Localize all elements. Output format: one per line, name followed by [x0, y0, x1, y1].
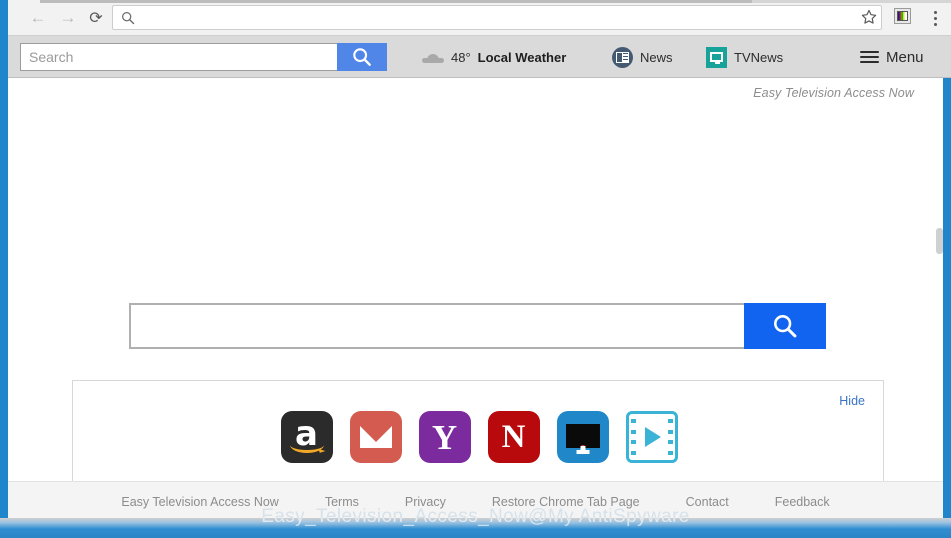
toolbar-search-input[interactable]: [20, 43, 337, 71]
shortcut-mail[interactable]: [349, 411, 402, 463]
news-label: News: [640, 49, 673, 65]
footer-link-home[interactable]: Easy Television Access Now: [121, 495, 278, 509]
tv-extension-icon[interactable]: [894, 8, 911, 24]
shortcuts-row: a Y N: [73, 411, 885, 463]
hamburger-icon: [860, 50, 879, 64]
amazon-smile-icon: [289, 437, 324, 453]
toolbar-item-news[interactable]: News: [612, 36, 673, 78]
search-icon: [353, 48, 371, 66]
menu-dot: [933, 10, 937, 14]
search-icon: [122, 11, 135, 24]
back-arrow-icon[interactable]: ←: [26, 6, 50, 30]
browser-toolbar: ← → ⟳: [8, 0, 951, 36]
footer-link-terms[interactable]: Terms: [325, 495, 359, 509]
shortcut-video[interactable]: [625, 411, 678, 463]
footer-link-restore[interactable]: Restore Chrome Tab Page: [492, 495, 640, 509]
reload-icon[interactable]: ⟳: [84, 6, 108, 30]
address-bar[interactable]: [112, 5, 882, 30]
address-input[interactable]: [135, 7, 881, 28]
monitor-icon: [565, 423, 600, 448]
shortcut-monitor[interactable]: [556, 411, 609, 463]
menu-dot: [933, 16, 937, 20]
browser-window-frame: ← → ⟳ Search 48° Local Weather News TVNe…: [0, 0, 951, 538]
shortcut-amazon[interactable]: a: [280, 411, 333, 463]
tv-monitor-icon: [706, 46, 727, 68]
main-search-button[interactable]: [744, 303, 826, 349]
hide-shortcuts-link[interactable]: Hide: [839, 394, 865, 408]
main-search-box: [129, 303, 826, 349]
toolbar-search-button[interactable]: [337, 43, 387, 71]
forward-arrow-icon[interactable]: →: [56, 6, 80, 30]
film-strip-right: [667, 416, 674, 458]
toolbar-item-tvnews[interactable]: TVNews: [706, 36, 783, 78]
chrome-menu-icon[interactable]: [926, 6, 944, 30]
monitor-stand: [576, 450, 589, 454]
tab-strip-edge-right: [752, 0, 951, 3]
tvnews-label: TVNews: [734, 49, 784, 65]
tv-extension-screen: [897, 11, 908, 21]
page-brand-label: Easy Television Access Now: [753, 86, 914, 100]
netflix-letter-n: N: [501, 418, 526, 455]
toolbar-search-box: [20, 43, 387, 71]
footer-link-contact[interactable]: Contact: [686, 495, 729, 509]
cloud-icon: [422, 51, 444, 64]
extension-toolbar: 48° Local Weather News TVNews Menu: [8, 36, 951, 78]
page-content: Easy Television Access Now Hide a Y N: [8, 78, 936, 530]
page-scrollbar-thumb[interactable]: [936, 228, 943, 254]
newspaper-icon: [612, 46, 633, 68]
watermark-bar: Easy_Television_Access_Now@My AntiSpywar…: [0, 518, 951, 538]
shortcut-netflix[interactable]: N: [487, 411, 540, 463]
film-strip-left: [630, 416, 637, 458]
menu-dot: [933, 22, 937, 26]
footer-link-feedback[interactable]: Feedback: [775, 495, 830, 509]
yahoo-letter-y: Y: [431, 417, 458, 457]
weather-temperature: 48°: [451, 49, 471, 65]
watermark-text: Easy_Television_Access_Now@My AntiSpywar…: [0, 518, 951, 528]
toolbar-item-local-weather[interactable]: 48° Local Weather: [422, 36, 566, 78]
footer-link-privacy[interactable]: Privacy: [405, 495, 446, 509]
tab-strip-edge: [40, 0, 752, 3]
shortcuts-panel: Hide a Y N: [72, 380, 884, 490]
envelope-icon: [359, 426, 392, 448]
page-footer: Easy Television Access Now Terms Privacy…: [8, 481, 943, 522]
star-icon[interactable]: [860, 8, 878, 26]
weather-label: Local Weather: [477, 49, 567, 65]
play-triangle-icon: [645, 427, 661, 447]
search-icon: [774, 315, 797, 338]
toolbar-item-menu[interactable]: Menu: [860, 36, 924, 78]
menu-label: Menu: [886, 48, 924, 66]
main-search-input[interactable]: [129, 303, 744, 349]
page-scrollbar-track[interactable]: [936, 78, 943, 530]
shortcut-yahoo[interactable]: Y: [418, 411, 471, 463]
